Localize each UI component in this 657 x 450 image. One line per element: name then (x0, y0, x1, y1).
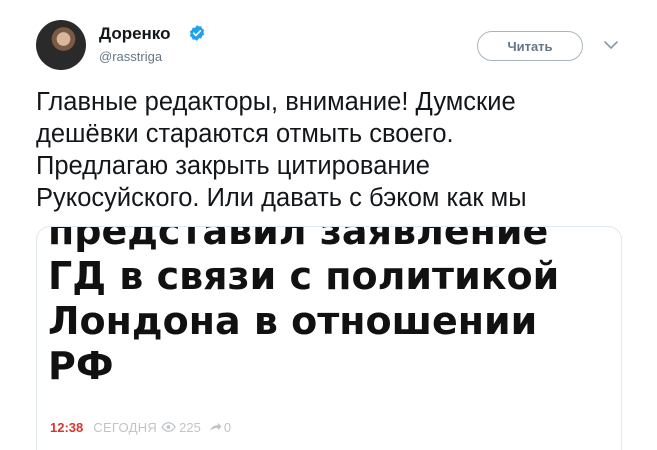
view-count: 225 (179, 419, 201, 435)
screenshot-meta-row: 12:38 СЕГОДНЯ 225 0 (50, 417, 231, 437)
tweet-text-line: дешёвки стараются отмыть своего. (36, 120, 454, 148)
tweet-text-line: Предлагаю закрыть цитирование (36, 152, 430, 180)
screenshot-headline: представил заявление ГД в связи с полити… (48, 226, 621, 389)
author-handle[interactable]: @rasstriga (99, 49, 162, 64)
tweet-media-image[interactable]: представил заявление ГД в связи с полити… (36, 226, 622, 450)
author-name[interactable]: Доренко (99, 24, 170, 44)
share-count: 0 (223, 419, 232, 435)
headline-line: представил заявление (48, 226, 549, 253)
share-icon (209, 422, 222, 431)
chevron-down-icon[interactable] (604, 40, 618, 50)
follow-button[interactable]: Читать (477, 31, 583, 61)
tweet-text: Главные редакторы, внимание! Думские деш… (36, 86, 636, 214)
eye-icon (161, 422, 176, 432)
headline-line: Лондона в отношении (48, 299, 538, 343)
post-time: 12:38 (50, 419, 84, 435)
headline-line: РФ (48, 344, 114, 388)
headline-line: ГД в связи с политикой (48, 254, 560, 298)
avatar[interactable] (36, 20, 86, 70)
post-date: СЕГОДНЯ (93, 419, 158, 435)
tweet-text-line: Рукосуйского. Или давать с бэком как мы (36, 184, 527, 212)
tweet-text-line: Главные редакторы, внимание! Думские (36, 88, 516, 116)
verified-badge-icon (189, 25, 205, 41)
